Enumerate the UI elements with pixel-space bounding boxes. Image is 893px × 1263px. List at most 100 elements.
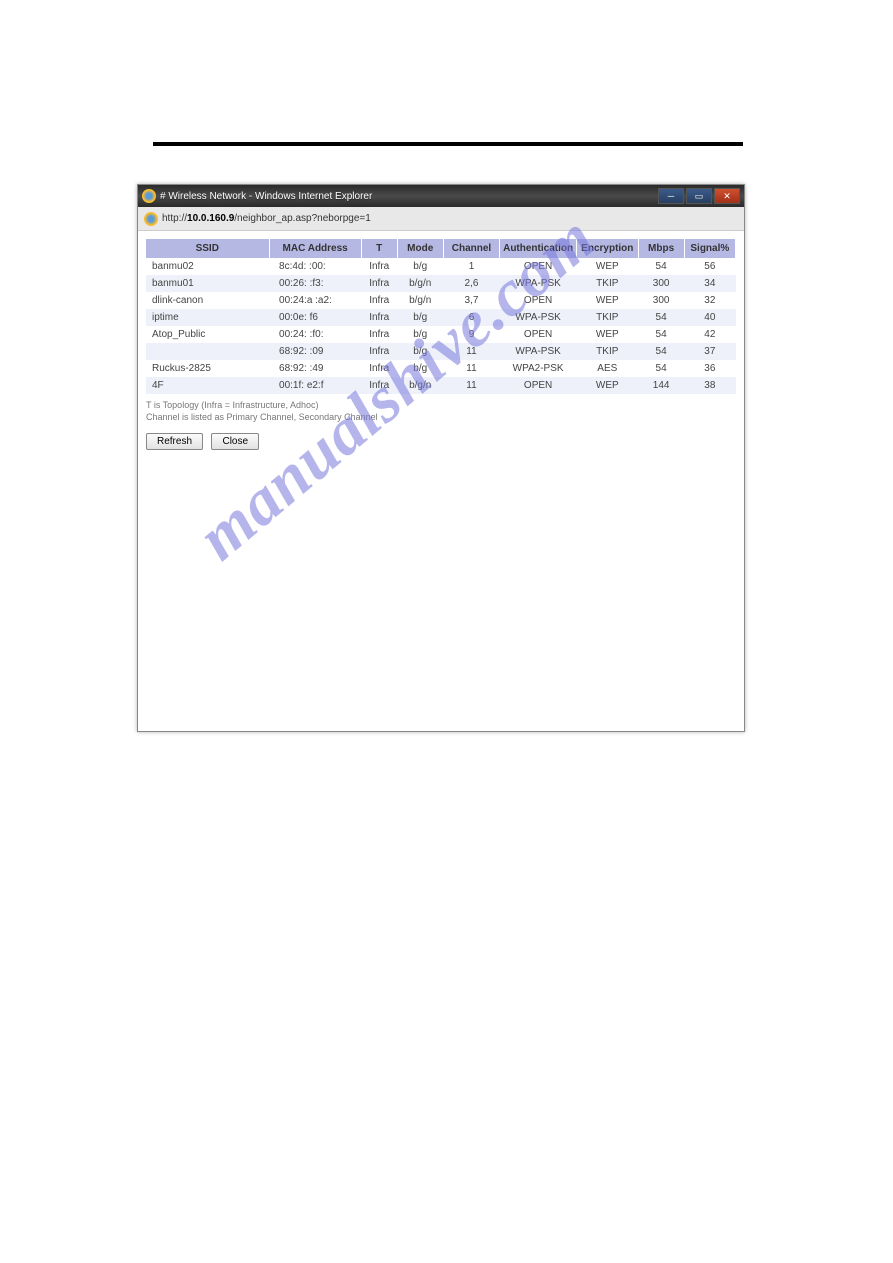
cell-mbps: 54 <box>638 309 684 326</box>
window-title: # Wireless Network - Windows Internet Ex… <box>160 191 658 202</box>
cell-signal: 56 <box>684 258 735 275</box>
cell-channel: 11 <box>443 360 499 377</box>
table-row[interactable]: banmu0100:26: :f3:Infrab/g/n2,6WPA-PSKTK… <box>146 275 736 292</box>
cell-topology: Infra <box>361 258 397 275</box>
cell-auth: OPEN <box>500 377 577 394</box>
cell-topology: Infra <box>361 292 397 309</box>
cell-signal: 37 <box>684 343 735 360</box>
table-header-row: SSID MAC Address T Mode Channel Authenti… <box>146 239 736 258</box>
cell-channel: 2,6 <box>443 275 499 292</box>
page-divider <box>153 142 743 146</box>
cell-ssid: iptime <box>146 309 269 326</box>
cell-ssid: Ruckus-2825 <box>146 360 269 377</box>
browser-window: # Wireless Network - Windows Internet Ex… <box>137 184 745 732</box>
cell-auth: OPEN <box>500 326 577 343</box>
cell-mac: 68:92: :49 <box>269 360 361 377</box>
cell-auth: WPA-PSK <box>500 275 577 292</box>
cell-auth: WPA-PSK <box>500 309 577 326</box>
cell-enc: WEP <box>577 292 639 309</box>
url-prefix: http:// <box>162 213 187 224</box>
cell-mac: 8c:4d: :00: <box>269 258 361 275</box>
cell-mbps: 54 <box>638 258 684 275</box>
close-window-button[interactable]: ✕ <box>714 188 740 204</box>
table-row[interactable]: 68:92: :09Infrab/g11WPA-PSKTKIP5437 <box>146 343 736 360</box>
header-authentication[interactable]: Authentication <box>500 239 577 258</box>
cell-mac: 68:92: :09 <box>269 343 361 360</box>
button-row: Refresh Close <box>146 431 736 450</box>
cell-topology: Infra <box>361 360 397 377</box>
cell-ssid: dlink-canon <box>146 292 269 309</box>
cell-channel: 11 <box>443 343 499 360</box>
cell-enc: WEP <box>577 258 639 275</box>
cell-channel: 9 <box>443 326 499 343</box>
footnote-line-1: T is Topology (Infra = Infrastructure, A… <box>146 400 736 412</box>
cell-enc: TKIP <box>577 309 639 326</box>
cell-mode: b/g <box>397 343 443 360</box>
table-row[interactable]: iptime00:0e: f6Infrab/g6WPA-PSKTKIP5440 <box>146 309 736 326</box>
header-mac[interactable]: MAC Address <box>269 239 361 258</box>
header-topology[interactable]: T <box>361 239 397 258</box>
minimize-button[interactable]: ─ <box>658 188 684 204</box>
cell-channel: 6 <box>443 309 499 326</box>
page-content: SSID MAC Address T Mode Channel Authenti… <box>138 231 744 731</box>
header-signal[interactable]: Signal% <box>684 239 735 258</box>
networks-table: SSID MAC Address T Mode Channel Authenti… <box>146 239 736 394</box>
cell-enc: WEP <box>577 326 639 343</box>
table-footnote: T is Topology (Infra = Infrastructure, A… <box>146 400 736 423</box>
cell-channel: 11 <box>443 377 499 394</box>
cell-auth: OPEN <box>500 258 577 275</box>
header-channel[interactable]: Channel <box>443 239 499 258</box>
cell-mode: b/g/n <box>397 275 443 292</box>
window-titlebar: # Wireless Network - Windows Internet Ex… <box>138 185 744 207</box>
cell-mode: b/g <box>397 360 443 377</box>
cell-mbps: 300 <box>638 275 684 292</box>
cell-mode: b/g <box>397 309 443 326</box>
cell-mode: b/g <box>397 326 443 343</box>
close-button[interactable]: Close <box>211 433 259 450</box>
url-host: 10.0.160.9 <box>187 213 234 224</box>
address-bar[interactable]: http://10.0.160.9/neighbor_ap.asp?neborp… <box>138 207 744 231</box>
header-mbps[interactable]: Mbps <box>638 239 684 258</box>
table-row[interactable]: dlink-canon00:24:a :a2:Infrab/g/n3,7OPEN… <box>146 292 736 309</box>
header-ssid[interactable]: SSID <box>146 239 269 258</box>
table-row[interactable]: Atop_Public00:24: :f0:Infrab/g9OPENWEP54… <box>146 326 736 343</box>
cell-topology: Infra <box>361 326 397 343</box>
cell-mac: 00:24: :f0: <box>269 326 361 343</box>
cell-topology: Infra <box>361 309 397 326</box>
ie-icon <box>144 212 158 226</box>
cell-mbps: 54 <box>638 360 684 377</box>
table-row[interactable]: 4F00:1f: e2:fInfrab/g/n11OPENWEP14438 <box>146 377 736 394</box>
cell-mode: b/g/n <box>397 292 443 309</box>
table-body: banmu028c:4d: :00:Infrab/g1OPENWEP5456 b… <box>146 258 736 394</box>
cell-signal: 32 <box>684 292 735 309</box>
header-encryption[interactable]: Encryption <box>577 239 639 258</box>
cell-topology: Infra <box>361 343 397 360</box>
cell-channel: 1 <box>443 258 499 275</box>
ie-title-icon <box>142 189 156 203</box>
cell-signal: 42 <box>684 326 735 343</box>
header-mode[interactable]: Mode <box>397 239 443 258</box>
cell-enc: AES <box>577 360 639 377</box>
cell-auth: WPA-PSK <box>500 343 577 360</box>
cell-mac: 00:1f: e2:f <box>269 377 361 394</box>
cell-auth: WPA2-PSK <box>500 360 577 377</box>
footnote-line-2: Channel is listed as Primary Channel, Se… <box>146 412 736 424</box>
cell-ssid: banmu01 <box>146 275 269 292</box>
table-row[interactable]: Ruckus-282568:92: :49Infrab/g11WPA2-PSKA… <box>146 360 736 377</box>
cell-enc: TKIP <box>577 275 639 292</box>
cell-signal: 38 <box>684 377 735 394</box>
cell-mbps: 54 <box>638 326 684 343</box>
cell-mac: 00:0e: f6 <box>269 309 361 326</box>
cell-mode: b/g/n <box>397 377 443 394</box>
cell-signal: 36 <box>684 360 735 377</box>
refresh-button[interactable]: Refresh <box>146 433 203 450</box>
table-row[interactable]: banmu028c:4d: :00:Infrab/g1OPENWEP5456 <box>146 258 736 275</box>
cell-signal: 40 <box>684 309 735 326</box>
cell-ssid: Atop_Public <box>146 326 269 343</box>
cell-mac: 00:24:a :a2: <box>269 292 361 309</box>
window-controls: ─ ▭ ✕ <box>658 188 740 204</box>
maximize-button[interactable]: ▭ <box>686 188 712 204</box>
cell-auth: OPEN <box>500 292 577 309</box>
cell-signal: 34 <box>684 275 735 292</box>
cell-mbps: 144 <box>638 377 684 394</box>
